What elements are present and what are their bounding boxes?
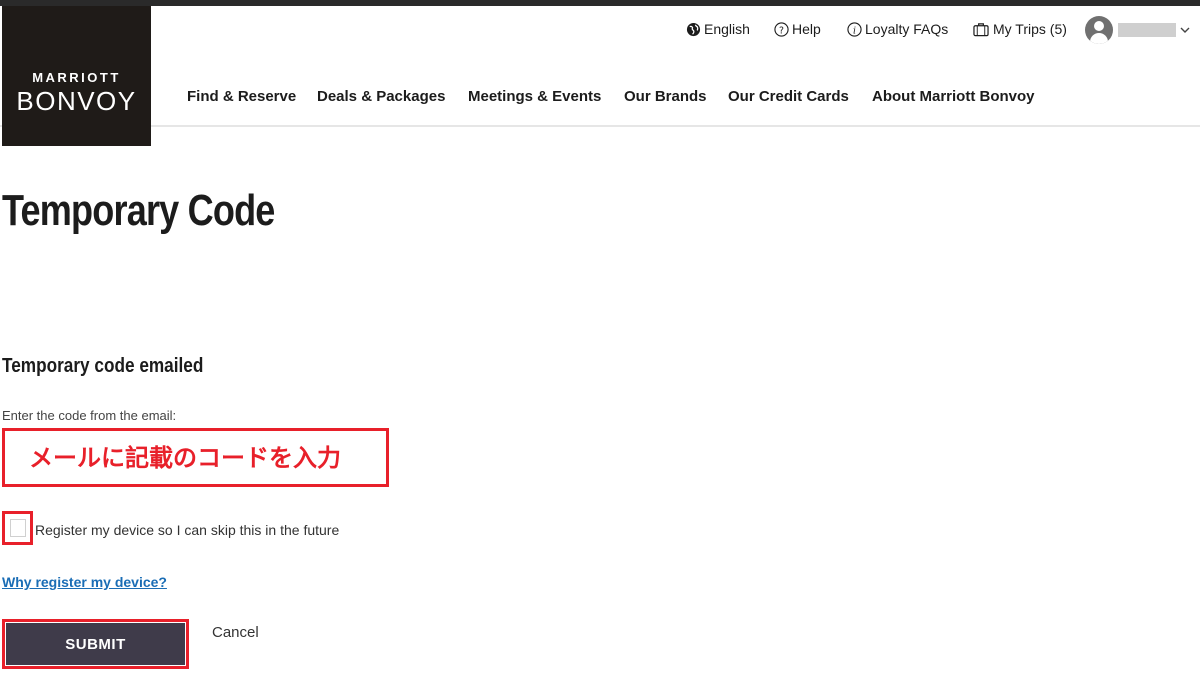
register-device-label[interactable]: Register my device so I can skip this in… [35, 522, 339, 538]
account-menu[interactable] [1085, 15, 1190, 45]
page-title: Temporary Code [2, 186, 275, 235]
language-label: English [704, 21, 750, 37]
nav-about-marriott-bonvoy[interactable]: About Marriott Bonvoy [872, 88, 1035, 106]
checkbox-box [10, 519, 26, 537]
help-label: Help [792, 21, 821, 37]
info-icon: i [847, 21, 862, 37]
logo-bottom-text: BONVOY [16, 86, 137, 116]
nav-our-credit-cards[interactable]: Our Credit Cards [728, 88, 849, 106]
avatar-icon [1085, 16, 1113, 44]
loyalty-faqs-label: Loyalty FAQs [865, 21, 949, 37]
nav-deals-packages[interactable]: Deals & Packages [317, 88, 445, 106]
nav-meetings-events[interactable]: Meetings & Events [468, 88, 601, 106]
language-selector[interactable]: English [686, 20, 750, 38]
suitcase-icon [972, 22, 990, 37]
svg-text:?: ? [779, 25, 784, 36]
code-input-container [2, 428, 389, 487]
site-header: MARRIOTT BONVOY English ? Help i Loyalty… [0, 6, 1200, 146]
marriott-bonvoy-logo[interactable]: MARRIOTT BONVOY [2, 6, 151, 146]
submit-button-container: SUBMIT [2, 619, 189, 669]
loyalty-faqs-link[interactable]: i Loyalty FAQs [847, 20, 948, 38]
svg-text:i: i [853, 25, 856, 36]
submit-button[interactable]: SUBMIT [6, 623, 185, 665]
nav-our-brands[interactable]: Our Brands [624, 88, 707, 106]
globe-icon [686, 22, 701, 37]
nav-find-reserve[interactable]: Find & Reserve [187, 88, 296, 106]
my-trips-label: My Trips (5) [993, 21, 1067, 37]
chevron-down-icon [1180, 21, 1190, 39]
why-register-link[interactable]: Why register my device? [2, 574, 167, 590]
help-link[interactable]: ? Help [774, 20, 821, 38]
logo-top-text: MARRIOTT [32, 70, 121, 85]
cancel-link[interactable]: Cancel [212, 624, 259, 641]
temporary-code-input[interactable] [5, 431, 386, 484]
section-heading: Temporary code emailed [2, 355, 204, 377]
help-icon: ? [774, 21, 789, 37]
my-trips-link[interactable]: My Trips (5) [972, 20, 1067, 38]
register-device-checkbox[interactable] [2, 511, 33, 545]
code-field-label: Enter the code from the email: [2, 408, 177, 423]
account-name-redacted [1118, 23, 1176, 37]
